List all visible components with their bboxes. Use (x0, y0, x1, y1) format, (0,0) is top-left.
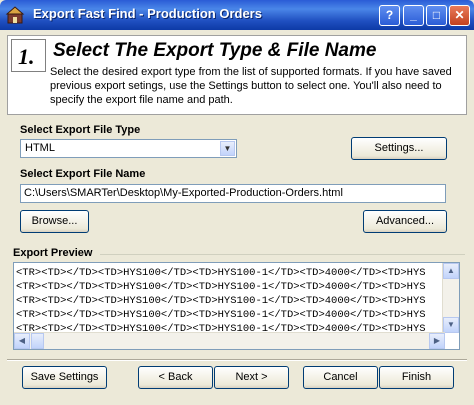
scroll-up-icon[interactable]: ▲ (443, 263, 459, 279)
scroll-right-icon[interactable]: ▶ (429, 333, 445, 349)
export-type-value: HTML (25, 142, 55, 154)
export-type-select[interactable]: HTML ▼ (20, 139, 237, 158)
preview-content: <TR><TD></TD><TD>HYS100</TD><TD>HYS100-1… (16, 266, 444, 336)
preview-line: <TR><TD></TD><TD>HYS100</TD><TD>HYS100-1… (16, 309, 426, 321)
next-button[interactable]: Next > (214, 366, 289, 389)
preview-line: <TR><TD></TD><TD>HYS100</TD><TD>HYS100-1… (16, 267, 426, 279)
preview-line: <TR><TD></TD><TD>HYS100</TD><TD>HYS100-1… (16, 281, 426, 293)
help-icon[interactable]: ? (379, 5, 400, 26)
browse-button[interactable]: Browse... (20, 210, 89, 233)
export-file-input[interactable]: C:\Users\SMARTer\Desktop\My-Exported-Pro… (20, 184, 446, 203)
step-number-box: 1. (11, 39, 46, 72)
save-settings-button[interactable]: Save Settings (22, 366, 107, 389)
horizontal-scrollbar[interactable]: ◀ ▶ (14, 332, 445, 349)
export-file-label: Select Export File Name (20, 168, 146, 180)
back-button[interactable]: < Back (138, 366, 213, 389)
minimize-icon[interactable]: _ (403, 5, 424, 26)
export-preview-label: Export Preview (13, 247, 93, 259)
scroll-down-icon[interactable]: ▼ (443, 317, 459, 333)
app-icon (5, 6, 25, 24)
finish-button[interactable]: Finish (379, 366, 454, 389)
settings-button[interactable]: Settings... (351, 137, 447, 160)
title-bar[interactable]: Export Fast Find - Production Orders ? _… (0, 0, 474, 30)
export-type-label: Select Export File Type (20, 124, 141, 136)
advanced-button[interactable]: Advanced... (363, 210, 447, 233)
step-description: Select the desired export type from the … (50, 66, 452, 106)
maximize-icon[interactable]: □ (426, 5, 447, 26)
vertical-scrollbar[interactable]: ▲ ▼ (442, 263, 459, 333)
step-number: 1. (18, 44, 35, 69)
export-dialog: Export Fast Find - Production Orders ? _… (0, 0, 474, 405)
preview-divider (100, 254, 465, 255)
export-preview-box[interactable]: <TR><TD></TD><TD>HYS100</TD><TD>HYS100-1… (13, 262, 460, 350)
scroll-thumb[interactable] (31, 333, 44, 349)
button-divider (7, 359, 467, 361)
step-title: Select The Export Type & File Name (53, 40, 377, 61)
dropdown-arrow-icon[interactable]: ▼ (220, 141, 235, 156)
step-header: 1. Select The Export Type & File Name Se… (7, 35, 467, 115)
window-title: Export Fast Find - Production Orders (33, 6, 262, 21)
close-icon[interactable]: ✕ (449, 5, 470, 26)
cancel-button[interactable]: Cancel (303, 366, 378, 389)
scroll-left-icon[interactable]: ◀ (14, 333, 30, 349)
preview-line: <TR><TD></TD><TD>HYS100</TD><TD>HYS100-1… (16, 295, 426, 307)
